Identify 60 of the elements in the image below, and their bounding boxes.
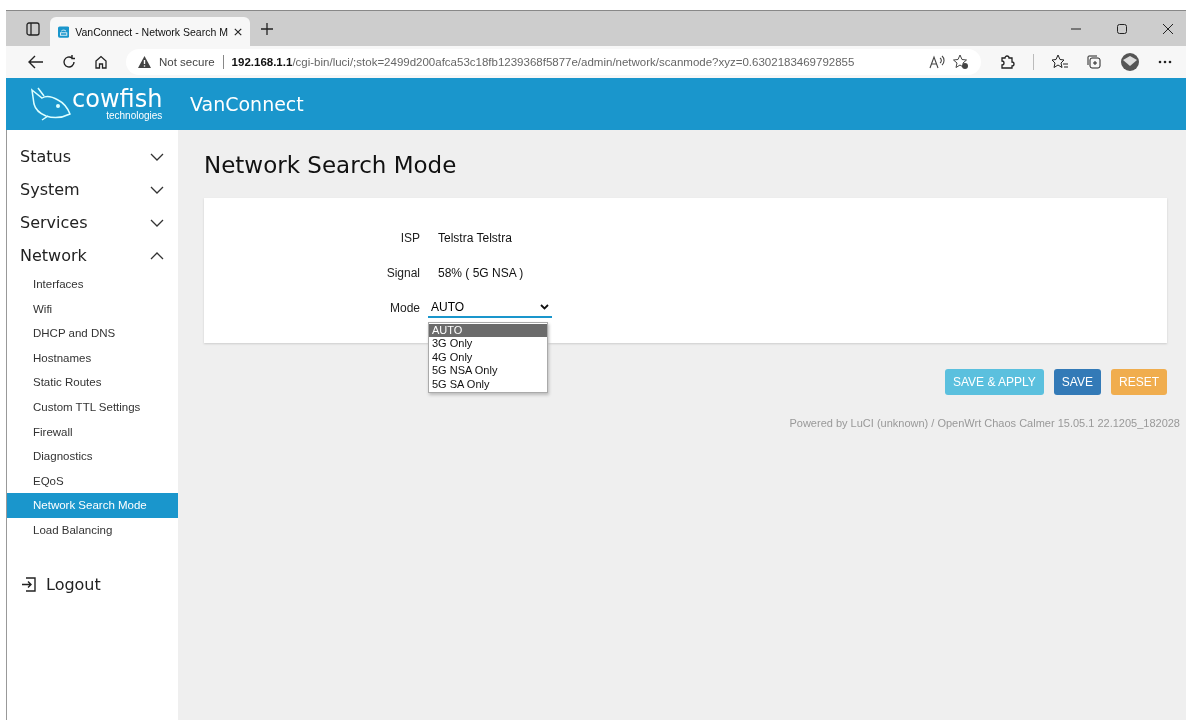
- dropdown-option[interactable]: 5G NSA Only: [429, 364, 547, 378]
- submenu-item[interactable]: Static Routes: [7, 370, 178, 395]
- new-tab-icon[interactable]: [260, 21, 274, 36]
- favorite-star-icon[interactable]: [953, 54, 969, 70]
- extensions-icon[interactable]: [999, 54, 1015, 70]
- chevron-down-icon: [150, 185, 164, 194]
- more-icon[interactable]: [1158, 60, 1172, 64]
- menu-item[interactable]: Services: [7, 206, 178, 239]
- menu-item[interactable]: Network: [7, 239, 178, 272]
- submenu-item[interactable]: EQoS: [7, 468, 178, 494]
- field-label: ISP: [399, 230, 420, 245]
- logo-tagline: technologies: [106, 111, 163, 121]
- warning-icon: [138, 56, 151, 68]
- field-label: Mode: [388, 300, 420, 315]
- security-label: Not secure: [159, 56, 215, 68]
- maximize-icon[interactable]: [1116, 22, 1128, 35]
- close-icon[interactable]: [233, 26, 242, 37]
- profile-avatar-icon[interactable]: [1120, 52, 1140, 72]
- close-icon[interactable]: [1162, 22, 1174, 35]
- page-title: Network Search Mode: [204, 152, 458, 178]
- field-value: Telstra Telstra: [438, 230, 512, 245]
- app-title: VanConnect: [190, 93, 304, 115]
- read-aloud-icon[interactable]: [929, 55, 945, 69]
- mode-select[interactable]: AUTO: [428, 297, 552, 318]
- submenu-item[interactable]: Wifi: [7, 296, 178, 322]
- logout-link[interactable]: Logout: [21, 574, 101, 594]
- submenu-item[interactable]: Firewall: [7, 419, 178, 445]
- favorites-icon[interactable]: [1052, 54, 1068, 70]
- chevron-down-icon: [540, 303, 549, 310]
- chevron-down-icon: [150, 152, 164, 161]
- menu-item[interactable]: System: [7, 173, 178, 206]
- submenu-item[interactable]: Diagnostics: [7, 444, 178, 469]
- home-icon[interactable]: [94, 55, 108, 69]
- submenu-item[interactable]: DHCP and DNS: [7, 321, 178, 346]
- submenu-item[interactable]: Interfaces: [7, 272, 178, 297]
- dropdown-option[interactable]: 3G Only: [429, 337, 547, 351]
- dropdown-option[interactable]: AUTO: [429, 323, 547, 337]
- fish-logo-icon: [28, 86, 72, 122]
- chevron-down-icon: [150, 218, 164, 227]
- field-value: 58% ( 5G NSA ): [438, 265, 524, 280]
- refresh-icon[interactable]: [62, 55, 76, 69]
- save-button[interactable]: SAVE: [1053, 369, 1101, 395]
- dropdown-option[interactable]: 4G Only: [429, 350, 547, 364]
- collections-icon[interactable]: [1086, 54, 1102, 70]
- submenu-item[interactable]: Load Balancing: [7, 517, 178, 543]
- browser-tab[interactable]: VanConnect - Network Search M: [50, 17, 250, 46]
- menu-item[interactable]: Status: [7, 140, 178, 173]
- tab-title: VanConnect - Network Search M: [75, 25, 228, 38]
- dropdown-option[interactable]: 5G SA Only: [429, 377, 547, 391]
- address-field[interactable]: Not secure 192.168.1.1/cgi-bin/luci/;stok=2499d200afca53c18fb1239368f5877e/admin/network/scanmode?xyz=0.6302183469792855: [126, 49, 981, 75]
- logo-wordmark: cowfish: [72, 87, 163, 111]
- field-label: Signal: [385, 265, 420, 280]
- logout-icon: [21, 576, 36, 592]
- submenu-item[interactable]: Custom TTL Settings: [7, 394, 178, 420]
- submenu-item[interactable]: Hostnames: [7, 345, 178, 371]
- chevron-up-icon: [150, 251, 164, 260]
- footer-text: Powered by LuCI (unknown) / OpenWrt Chaos Calmer 15.05.1 22.1205_182028: [788, 417, 1180, 429]
- url-text: 192.168.1.1/cgi-bin/luci/;stok=2499d200afca53c18fb1239368f5877e/admin/network/scanmode?xyz=0.6302183469792855: [231, 56, 855, 68]
- back-icon[interactable]: [28, 55, 44, 69]
- tab-actions-icon[interactable]: [26, 21, 40, 36]
